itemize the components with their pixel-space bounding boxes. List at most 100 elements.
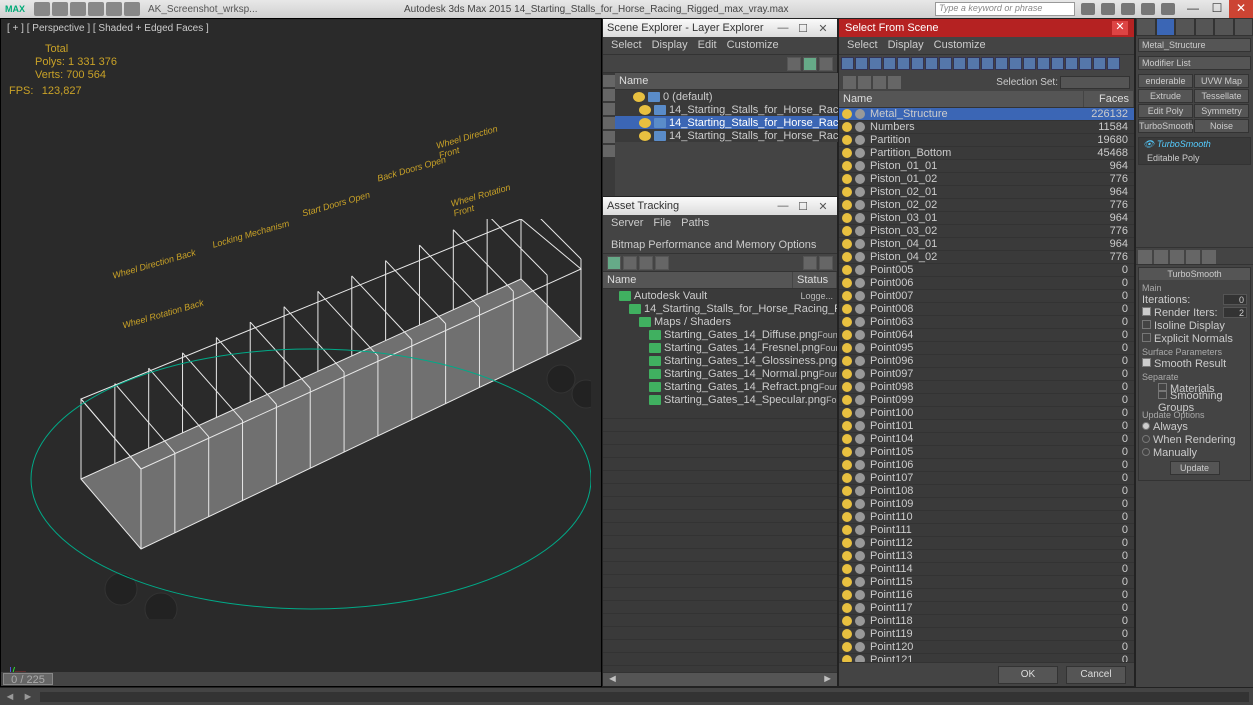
scene-selset-dropdown[interactable] — [1060, 76, 1130, 89]
scene-list[interactable]: Metal_Structure226132Numbers11584Partiti… — [839, 108, 1134, 662]
freeze-icon[interactable] — [855, 304, 865, 314]
freeze-icon[interactable] — [855, 590, 865, 600]
scene-list-row[interactable]: Point1040 — [839, 433, 1134, 446]
visibility-icon[interactable] — [842, 109, 852, 119]
freeze-icon[interactable] — [855, 382, 865, 392]
scene-menu-customize[interactable]: Customize — [934, 39, 986, 52]
freeze-icon[interactable] — [855, 421, 865, 431]
freeze-icon[interactable] — [855, 109, 865, 119]
modifier-list-dropdown[interactable]: Modifier List — [1138, 56, 1251, 70]
scene-close-button[interactable]: ✕ — [1112, 21, 1128, 35]
freeze-icon[interactable] — [855, 252, 865, 262]
scene-list-row[interactable]: Point1110 — [839, 524, 1134, 537]
search-input[interactable]: Type a keyword or phrase — [935, 2, 1075, 16]
scene-list-row[interactable]: Point1060 — [839, 459, 1134, 472]
visibility-icon[interactable] — [842, 174, 852, 184]
scene-list-row[interactable]: Piston_03_01964 — [839, 212, 1134, 225]
freeze-icon[interactable] — [855, 512, 865, 522]
scene-list-row[interactable]: Point1150 — [839, 576, 1134, 589]
smoothing-groups-checkbox[interactable] — [1158, 390, 1167, 399]
workspace-dropdown[interactable]: AK_Screenshot_wrksp... — [148, 4, 258, 15]
freeze-icon[interactable] — [855, 551, 865, 561]
visibility-icon[interactable] — [842, 538, 852, 548]
scene-list-row[interactable]: Point1160 — [839, 589, 1134, 602]
modifier-button[interactable]: Symmetry — [1194, 104, 1249, 118]
scene-list-row[interactable]: Partition_Bottom45468 — [839, 147, 1134, 160]
modifier-button[interactable]: Extrude — [1138, 89, 1193, 103]
freeze-icon[interactable] — [855, 356, 865, 366]
modifier-button[interactable]: enderable Spl — [1138, 74, 1193, 88]
modifier-stack-item[interactable]: 👁 TurboSmooth — [1139, 138, 1250, 151]
freeze-icon[interactable] — [855, 499, 865, 509]
asset-close-button[interactable]: ✕ — [813, 200, 833, 213]
scene-list-row[interactable]: Partition19680 — [839, 134, 1134, 147]
asset-menu-item[interactable]: Server — [611, 217, 643, 229]
scene-list-row[interactable]: Point1070 — [839, 472, 1134, 485]
render-iters-checkbox[interactable] — [1142, 307, 1151, 316]
layer-side-icon[interactable] — [603, 145, 615, 157]
freeze-icon[interactable] — [855, 187, 865, 197]
time-slider-knob[interactable]: 0 / 225 — [3, 673, 53, 685]
asset-menu-item[interactable]: Bitmap Performance and Memory Options — [611, 239, 816, 251]
freeze-icon[interactable] — [855, 629, 865, 639]
qat-redo-icon[interactable] — [106, 2, 122, 16]
visibility-icon[interactable] — [842, 525, 852, 535]
render-iters-spinner[interactable]: 2 — [1223, 307, 1247, 318]
scene-list-row[interactable]: Point1140 — [839, 563, 1134, 576]
visibility-icon[interactable] — [842, 200, 852, 210]
asset-scrollbar[interactable]: ◄► — [603, 672, 837, 686]
track-prev-icon[interactable]: ◄ — [4, 691, 16, 703]
visibility-icon[interactable] — [842, 408, 852, 418]
scene-tb-icon[interactable] — [888, 76, 901, 89]
scene-filter-icon[interactable] — [897, 57, 910, 70]
modifier-button[interactable]: Tessellate — [1194, 89, 1249, 103]
help-icon[interactable] — [1161, 3, 1175, 15]
visibility-icon[interactable] — [842, 278, 852, 288]
track-bar[interactable]: ◄ ► — [0, 687, 1253, 705]
scene-list-row[interactable]: Piston_01_02776 — [839, 173, 1134, 186]
scene-filter-icon[interactable] — [981, 57, 994, 70]
stack-unique-icon[interactable] — [1170, 250, 1184, 264]
scene-list-row[interactable]: Point1190 — [839, 628, 1134, 641]
scene-col-name[interactable]: Name — [839, 91, 1084, 107]
visibility-icon[interactable] — [842, 616, 852, 626]
freeze-icon[interactable] — [855, 213, 865, 223]
layer-tb-icon[interactable] — [819, 57, 833, 71]
visibility-icon[interactable] — [842, 642, 852, 652]
visibility-icon[interactable] — [842, 135, 852, 145]
visibility-icon[interactable] — [842, 369, 852, 379]
scene-list-row[interactable]: Point1130 — [839, 550, 1134, 563]
asset-tb-icon[interactable] — [639, 256, 653, 270]
freeze-icon[interactable] — [855, 200, 865, 210]
scene-list-row[interactable]: Point1080 — [839, 485, 1134, 498]
scene-list-row[interactable]: Point1210 — [839, 654, 1134, 662]
asset-maximize-button[interactable]: ☐ — [793, 200, 813, 213]
freeze-icon[interactable] — [855, 642, 865, 652]
scene-list-row[interactable]: Piston_02_01964 — [839, 186, 1134, 199]
modifier-button[interactable]: Noise — [1194, 119, 1249, 133]
freeze-icon[interactable] — [855, 603, 865, 613]
freeze-icon[interactable] — [855, 538, 865, 548]
cmd-tab-display[interactable] — [1214, 18, 1234, 36]
modifier-stack[interactable]: 👁 TurboSmoothEditable Poly — [1138, 137, 1251, 165]
scene-list-row[interactable]: Point0990 — [839, 394, 1134, 407]
scene-list-row[interactable]: Point0070 — [839, 290, 1134, 303]
explicit-normals-checkbox[interactable] — [1142, 333, 1151, 342]
freeze-icon[interactable] — [855, 473, 865, 483]
visibility-icon[interactable] — [842, 564, 852, 574]
asset-col-status[interactable]: Status — [793, 272, 837, 288]
scene-col-faces[interactable]: Faces — [1084, 91, 1134, 107]
freeze-icon[interactable] — [855, 278, 865, 288]
qat-link-icon[interactable] — [124, 2, 140, 16]
freeze-icon[interactable] — [855, 369, 865, 379]
freeze-icon[interactable] — [855, 395, 865, 405]
scene-list-row[interactable]: Piston_01_01964 — [839, 160, 1134, 173]
visibility-icon[interactable] — [842, 590, 852, 600]
freeze-icon[interactable] — [855, 122, 865, 132]
layer-close-button[interactable]: ✕ — [813, 22, 833, 35]
scene-filter-icon[interactable] — [967, 57, 980, 70]
asset-col-name[interactable]: Name — [603, 272, 793, 288]
modifier-stack-item[interactable]: Editable Poly — [1139, 151, 1250, 164]
smooth-result-checkbox[interactable] — [1142, 358, 1151, 367]
rollout-header[interactable]: TurboSmooth — [1139, 268, 1250, 280]
